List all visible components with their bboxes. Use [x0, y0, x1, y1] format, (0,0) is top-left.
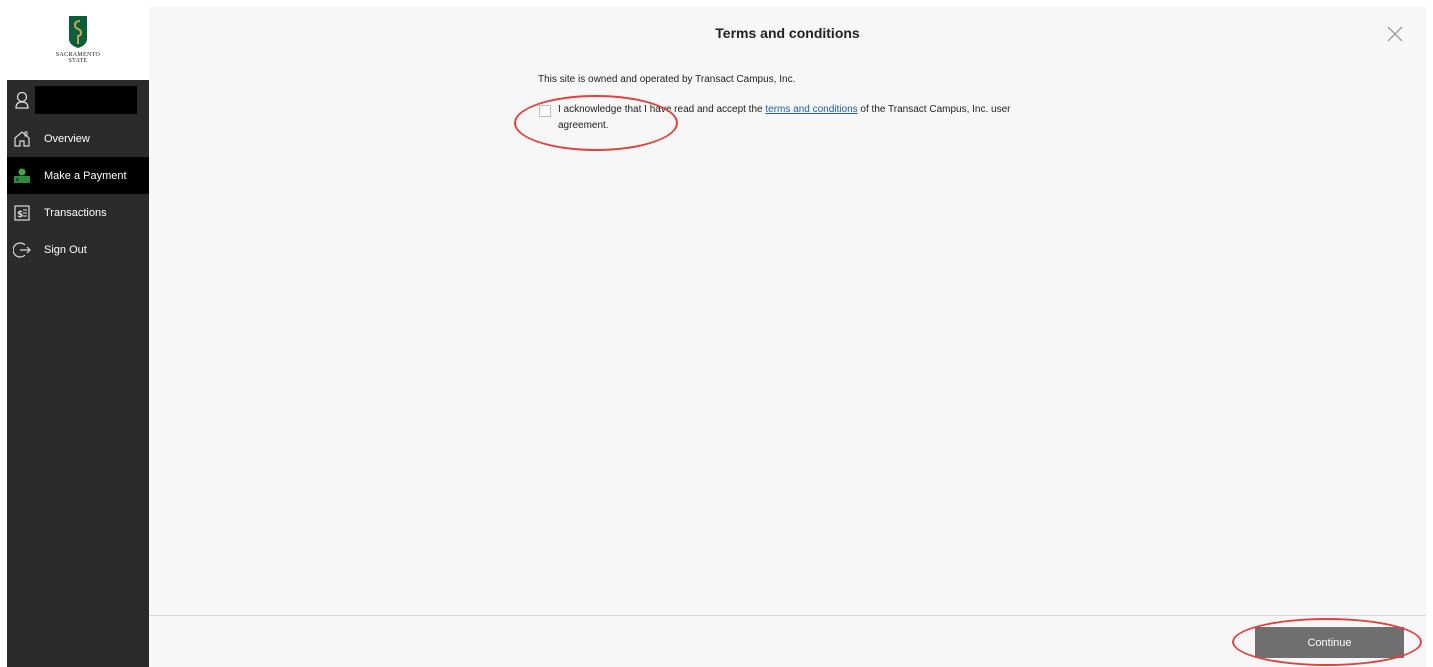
sidebar-item-overview[interactable]: Overview	[7, 120, 149, 157]
acknowledge-row: I acknowledge that I have read and accep…	[539, 104, 1039, 134]
user-name-redacted	[35, 86, 137, 114]
sidebar-nav: Overview Make a Payment $ Transactions S…	[7, 120, 149, 268]
house-icon	[12, 129, 32, 149]
sidebar-item-label: Transactions	[44, 206, 107, 219]
sidebar-item-label: Make a Payment	[44, 169, 127, 182]
sidebar-item-make-a-payment[interactable]: Make a Payment	[7, 157, 149, 194]
acknowledge-text: I acknowledge that I have read and accep…	[558, 102, 1039, 134]
user-icon	[11, 89, 33, 111]
ack-prefix: I acknowledge that I have read and accep…	[558, 104, 766, 115]
sidebar: SACRAMENTO STATE Overview Make a Payment…	[7, 7, 149, 667]
sign-out-icon	[12, 240, 32, 260]
sidebar-item-transactions[interactable]: $ Transactions	[7, 194, 149, 231]
logo-text-line2: STATE	[68, 58, 88, 64]
logo-text: SACRAMENTO STATE	[56, 52, 100, 64]
owned-by-text: This site is owned and operated by Trans…	[538, 74, 796, 85]
user-row	[7, 85, 149, 115]
receipt-icon: $	[12, 203, 32, 223]
sacramento-state-logo-icon	[69, 16, 87, 48]
terms-modal: Terms and conditions This site is owned …	[149, 7, 1426, 667]
close-icon	[1387, 26, 1403, 42]
sidebar-item-label: Sign Out	[44, 243, 87, 256]
payment-icon	[12, 166, 32, 186]
acknowledge-checkbox[interactable]	[539, 105, 551, 117]
close-button[interactable]	[1385, 24, 1405, 44]
terms-link[interactable]: terms and conditions	[765, 104, 857, 115]
app-root: SACRAMENTO STATE Overview Make a Payment…	[0, 0, 1433, 667]
sidebar-item-label: Overview	[44, 132, 90, 145]
footer-divider	[149, 615, 1426, 616]
continue-button[interactable]: Continue	[1255, 627, 1404, 658]
logo[interactable]: SACRAMENTO STATE	[7, 7, 149, 80]
sidebar-item-sign-out[interactable]: Sign Out	[7, 231, 149, 268]
modal-title: Terms and conditions	[715, 25, 860, 41]
svg-text:$: $	[17, 210, 23, 220]
